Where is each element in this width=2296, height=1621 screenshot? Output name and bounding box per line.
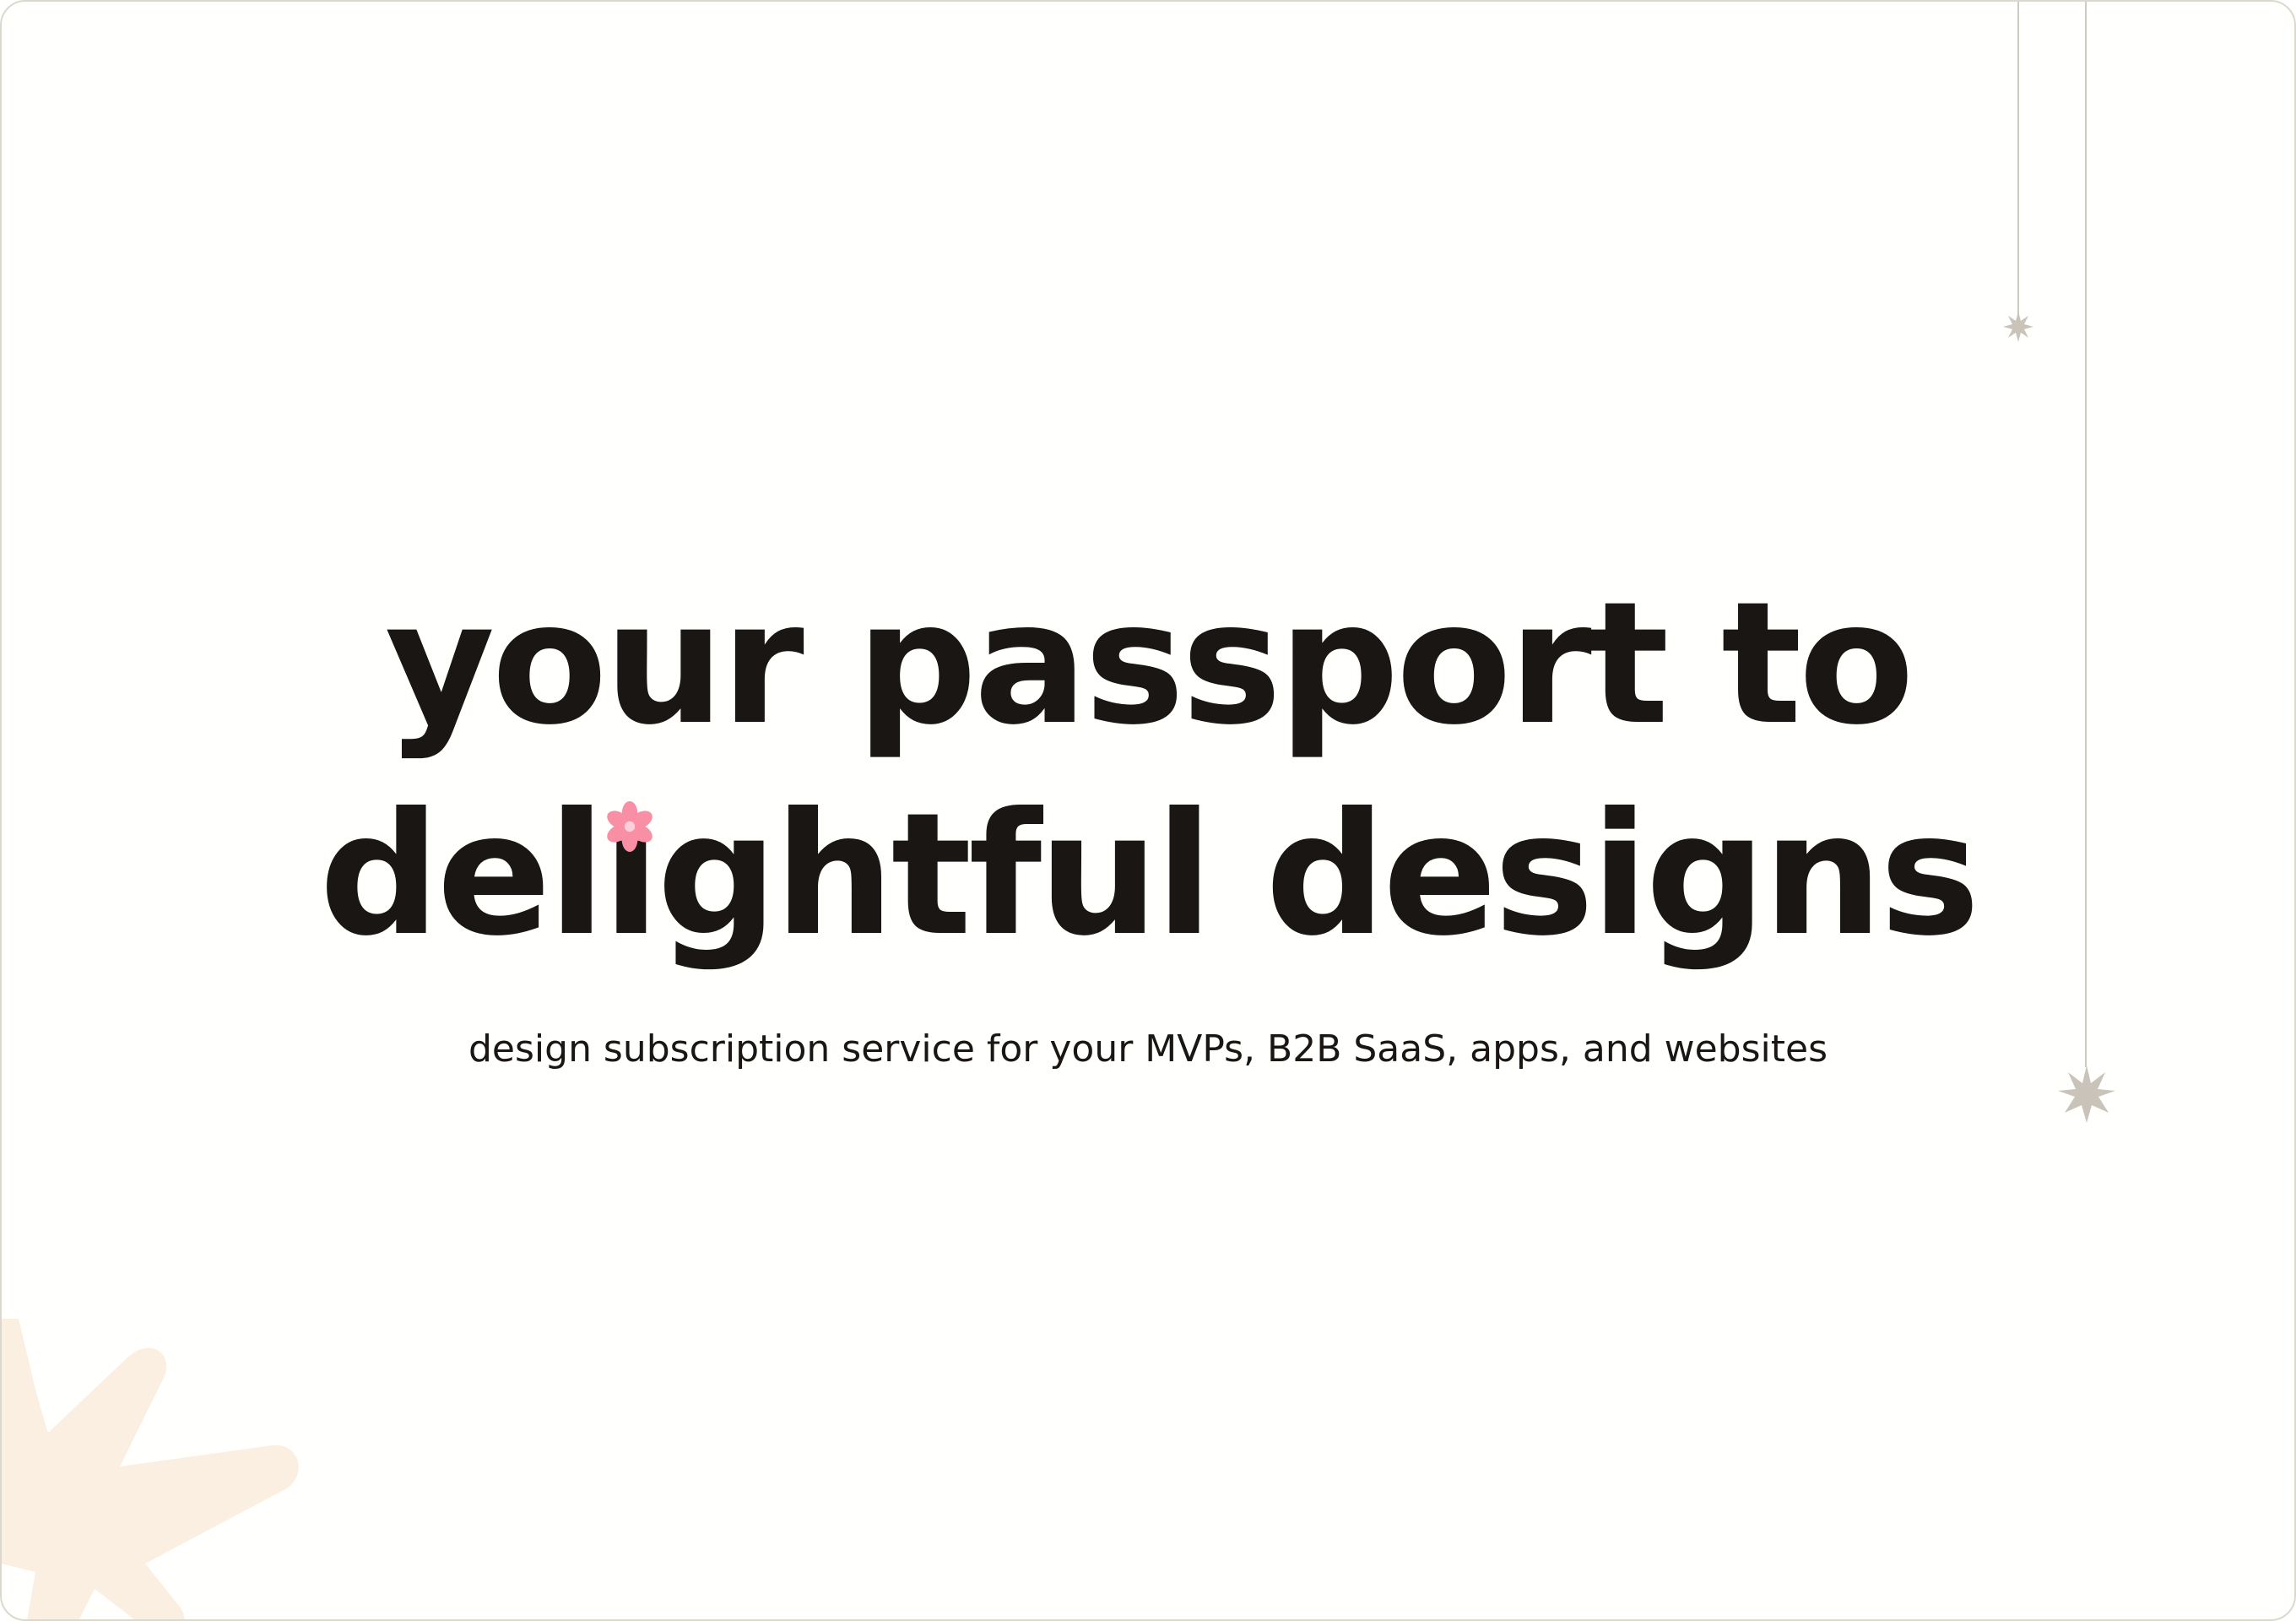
flower-icon — [607, 801, 653, 852]
star-icon — [2058, 1065, 2115, 1123]
hero-line-2-end: ghtful designs — [657, 777, 1980, 973]
hero-line-2: delı ghtful designs — [2, 770, 2294, 981]
dotless-i: ı — [602, 777, 661, 973]
hero-subtitle: design subscription service for your MVP… — [468, 1027, 1828, 1071]
hero-line-2-start: del — [319, 777, 605, 973]
hanging-string-left — [2017, 2, 2019, 316]
hero-headline: your passport to delı ghtful designs — [2, 559, 2294, 981]
hero-card: your passport to delı ghtful designs des… — [0, 0, 2296, 1621]
starburst-icon — [2, 1319, 299, 1619]
hero-line-1: your passport to — [384, 566, 1914, 762]
star-icon — [2003, 312, 2033, 342]
